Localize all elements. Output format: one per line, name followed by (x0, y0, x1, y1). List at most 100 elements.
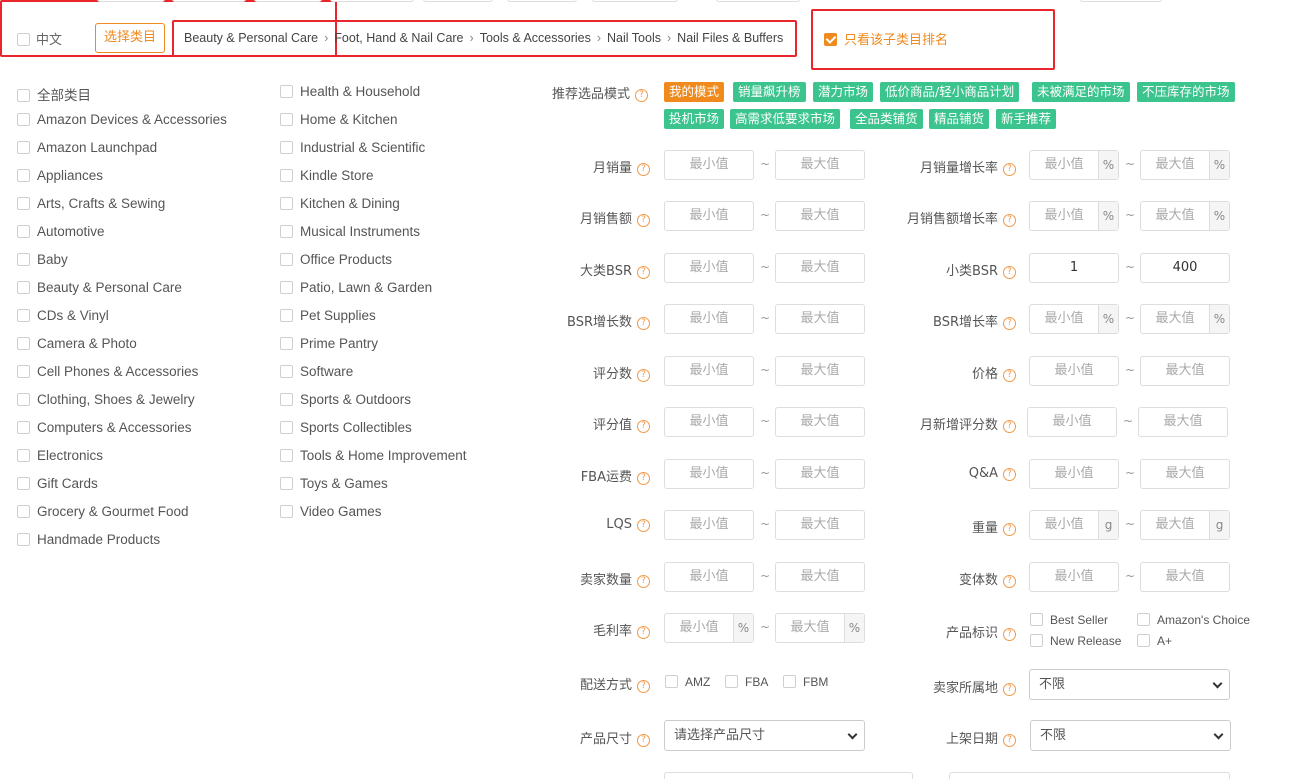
left-filter-max-input[interactable]: 最大值 (775, 356, 865, 386)
category-checkbox[interactable] (17, 533, 30, 546)
top-tab[interactable] (716, 0, 800, 2)
left-filter-max-input[interactable]: 最大值 (775, 407, 865, 437)
top-tab[interactable] (172, 0, 246, 2)
help-icon[interactable]: ? (1003, 523, 1016, 536)
left-filter-max-input[interactable]: 最大值 (775, 562, 865, 592)
category-checkbox[interactable] (17, 309, 30, 322)
category-checkbox[interactable] (280, 449, 293, 462)
category-item[interactable]: Clothing, Shoes & Jewelry (17, 392, 195, 407)
left-filter-max-input[interactable]: 最大值 (775, 150, 865, 180)
left-filter-max-input[interactable]: 最大值 (775, 253, 865, 283)
mode-tag[interactable]: 投机市场 (664, 109, 725, 129)
left-filter-max-input[interactable]: 最大值% (775, 613, 865, 643)
category-item[interactable]: Sports & Outdoors (280, 392, 411, 407)
category-item[interactable]: Cell Phones & Accessories (17, 364, 198, 379)
category-checkbox[interactable] (280, 225, 293, 238)
help-icon[interactable]: ? (637, 266, 650, 279)
category-checkbox[interactable] (17, 337, 30, 350)
top-tab[interactable] (423, 0, 493, 2)
help-icon[interactable]: ? (637, 626, 650, 639)
top-tab[interactable] (97, 0, 165, 2)
category-checkbox[interactable] (17, 477, 30, 490)
mode-tag[interactable]: 全品类铺货 (850, 109, 923, 129)
category-checkbox[interactable] (280, 477, 293, 490)
right-filter-max-input[interactable]: 最大值 g (1140, 510, 1230, 540)
mode-tag[interactable]: 不压库存的市场 (1137, 82, 1235, 102)
help-icon[interactable]: ? (1003, 317, 1016, 330)
category-item[interactable]: Computers & Accessories (17, 420, 192, 435)
category-checkbox[interactable] (280, 169, 293, 182)
select-category-button[interactable]: 选择类目 (95, 23, 165, 53)
mode-tag[interactable]: 我的模式 (664, 82, 725, 102)
category-checkbox[interactable] (280, 337, 293, 350)
badge-checkbox[interactable] (1030, 613, 1043, 626)
subcategory-rank-option[interactable]: 只看该子类目排名 (824, 29, 948, 48)
shipping-checkbox[interactable] (725, 675, 738, 688)
product-size-select[interactable]: 请选择产品尺寸 (664, 720, 865, 751)
top-tab[interactable] (592, 0, 678, 2)
shipping-fba[interactable]: FBA (725, 675, 768, 689)
mode-tag[interactable]: 未被满足的市场 (1032, 82, 1130, 102)
category-item[interactable]: Automotive (17, 224, 105, 239)
category-checkbox[interactable] (17, 89, 30, 102)
right-filter-min-input[interactable]: 1 (1029, 253, 1119, 283)
help-icon[interactable]: ? (1003, 575, 1016, 588)
help-icon[interactable]: ? (1003, 420, 1016, 433)
help-icon[interactable]: ? (1003, 683, 1016, 696)
breadcrumb-item[interactable]: Beauty & Personal Care (184, 31, 318, 45)
right-filter-max-input[interactable]: 最大值% (1140, 150, 1230, 180)
help-icon[interactable]: ? (1003, 214, 1016, 227)
shipping-checkbox[interactable] (783, 675, 796, 688)
category-item[interactable]: Health & Household (280, 84, 420, 99)
category-checkbox[interactable] (17, 421, 30, 434)
category-item[interactable]: CDs & Vinyl (17, 308, 109, 323)
category-checkbox[interactable] (17, 365, 30, 378)
right-filter-min-input[interactable]: 最小值 (1027, 407, 1117, 437)
category-item[interactable]: Electronics (17, 448, 103, 463)
category-checkbox[interactable] (280, 421, 293, 434)
left-filter-min-input[interactable]: 最小值 (664, 253, 754, 283)
help-icon[interactable]: ? (637, 420, 650, 433)
right-filter-max-input[interactable]: 最大值 (1140, 356, 1230, 386)
right-filter-min-input[interactable]: 最小值% (1029, 304, 1119, 334)
category-item[interactable]: Camera & Photo (17, 336, 137, 351)
category-item[interactable]: Toys & Games (280, 476, 388, 491)
category-item[interactable]: 全部类目 (17, 84, 91, 104)
help-icon[interactable]: ? (637, 214, 650, 227)
help-icon[interactable]: ? (635, 89, 649, 102)
right-filter-min-input[interactable]: 最小值 g (1029, 510, 1119, 540)
help-icon[interactable]: ? (1003, 163, 1016, 176)
seller-location-select[interactable]: 不限 (1029, 669, 1230, 700)
category-checkbox[interactable] (17, 281, 30, 294)
mode-tag[interactable]: 低价商品/轻小商品计划 (880, 82, 1020, 102)
category-item[interactable]: Patio, Lawn & Garden (280, 280, 432, 295)
category-item[interactable]: Handmade Products (17, 532, 160, 547)
right-filter-min-input[interactable]: 最小值 (1029, 356, 1119, 386)
badge-checkbox[interactable] (1030, 634, 1043, 647)
category-checkbox[interactable] (17, 225, 30, 238)
category-checkbox[interactable] (280, 365, 293, 378)
category-checkbox[interactable] (280, 393, 293, 406)
left-filter-min-input[interactable]: 最小值 (664, 201, 754, 231)
category-item[interactable]: Beauty & Personal Care (17, 280, 182, 295)
left-filter-min-input[interactable]: 最小值% (664, 613, 754, 643)
help-icon[interactable]: ? (1003, 628, 1016, 641)
help-icon[interactable]: ? (637, 519, 650, 532)
help-icon[interactable]: ? (637, 369, 650, 382)
left-filter-min-input[interactable]: 最小值 (664, 510, 754, 540)
breadcrumb-item[interactable]: Nail Tools (607, 31, 661, 45)
right-filter-max-input[interactable]: 最大值% (1140, 201, 1230, 231)
category-item[interactable]: Software (280, 364, 353, 379)
category-checkbox[interactable] (280, 113, 293, 126)
left-filter-min-input[interactable]: 最小值 (664, 304, 754, 334)
subcategory-rank-checkbox[interactable] (824, 33, 837, 46)
category-checkbox[interactable] (17, 113, 30, 126)
breadcrumb-item[interactable]: Tools & Accessories (480, 31, 591, 45)
help-icon[interactable]: ? (1003, 266, 1016, 279)
category-checkbox[interactable] (17, 197, 30, 210)
category-item[interactable]: Arts, Crafts & Sewing (17, 196, 165, 211)
right-filter-min-input[interactable]: 最小值% (1029, 150, 1119, 180)
category-checkbox[interactable] (280, 85, 293, 98)
next-row-input[interactable] (664, 772, 913, 779)
category-item[interactable]: Kindle Store (280, 168, 374, 183)
